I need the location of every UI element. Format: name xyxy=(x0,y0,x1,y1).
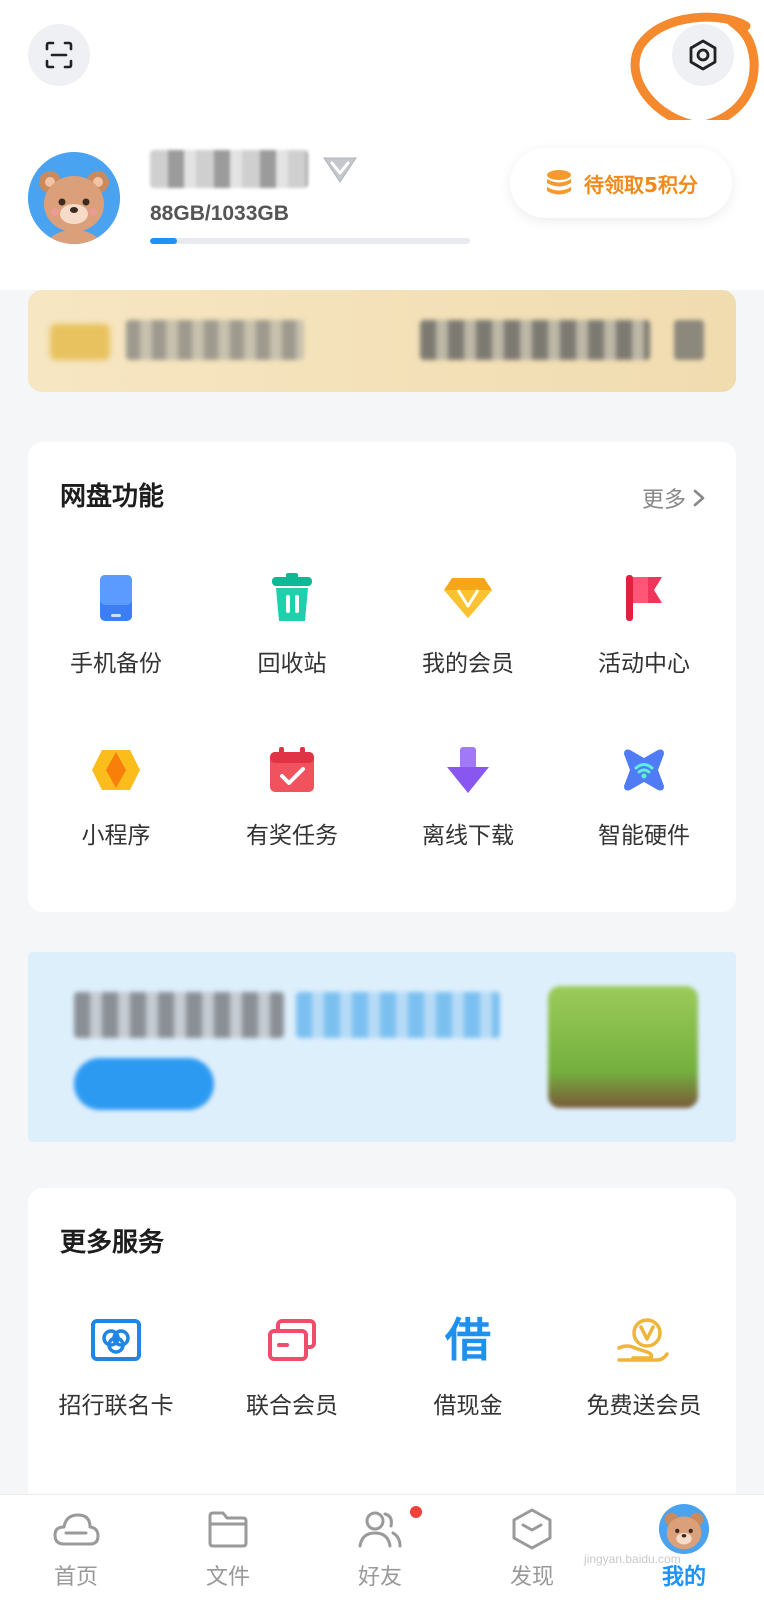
nav-friends[interactable]: 好友 xyxy=(304,1503,456,1600)
netdisk-functions-card: 网盘功能 更多 手机备份 回收站 我的会员 活动中心 小程序 有奖任务 离线下载… xyxy=(28,442,736,912)
service-label: 借现金 xyxy=(433,1393,503,1419)
nav-label: 好友 xyxy=(357,1565,402,1590)
promo-title-blurred xyxy=(74,992,284,1038)
diamond-icon xyxy=(440,570,496,626)
username-blurred xyxy=(150,150,308,188)
borrow-glyph: 借 xyxy=(445,1313,491,1367)
member-banner[interactable] xyxy=(28,290,736,392)
bear-avatar-icon xyxy=(28,152,120,244)
storage-progress-fill xyxy=(150,238,178,244)
coins-icon xyxy=(547,170,572,195)
cloud-icon xyxy=(50,1503,102,1555)
discover-icon xyxy=(506,1503,558,1555)
storage-progress-bar xyxy=(150,238,470,244)
folder-icon xyxy=(202,1503,254,1555)
func-reward-tasks[interactable]: 有奖任务 xyxy=(204,714,380,854)
nav-files[interactable]: 文件 xyxy=(152,1503,304,1600)
storage-usage-text: 88GB/1033GB xyxy=(150,202,289,225)
func-label: 我的会员 xyxy=(422,651,514,677)
friends-icon xyxy=(354,1503,406,1555)
promo-button-blurred xyxy=(74,1058,214,1110)
avatar[interactable] xyxy=(28,152,120,244)
avatar-icon xyxy=(658,1503,710,1555)
func-label: 有奖任务 xyxy=(246,823,338,849)
member-banner-subtext-blurred xyxy=(420,320,650,360)
promo-highlight-blurred xyxy=(296,992,500,1038)
nav-home[interactable]: 首页 xyxy=(0,1503,152,1600)
card-title: 更多服务 xyxy=(60,1228,165,1258)
func-label: 智能硬件 xyxy=(598,823,690,849)
nav-label: 文件 xyxy=(205,1565,250,1590)
top-bar xyxy=(0,0,764,142)
smart-hardware-icon xyxy=(616,742,672,798)
app-page: 88GB/1033GB 待领取5积分 网盘功能 更多 手机备份 回收站 我的会员… xyxy=(0,0,764,1600)
phone-backup-icon xyxy=(88,570,144,626)
chevron-right-icon xyxy=(693,489,705,507)
nav-label: 发现 xyxy=(509,1565,554,1590)
more-services-card: 更多服务 招行联名卡 联合会员 借 借现金 免费送会员 xyxy=(28,1188,736,1508)
vip-badge-icon xyxy=(323,157,357,183)
profile-section: 88GB/1033GB 待领取5积分 xyxy=(0,120,764,290)
flag-icon xyxy=(616,570,672,626)
watermark: jingyan.baidu.com xyxy=(584,1552,681,1566)
gear-icon xyxy=(689,39,717,71)
func-smart-hardware[interactable]: 智能硬件 xyxy=(556,714,732,854)
service-free-membership[interactable]: 免费送会员 xyxy=(556,1284,732,1424)
service-label: 联合会员 xyxy=(246,1393,338,1419)
member-banner-arrow-blurred xyxy=(674,320,704,360)
service-cmb-card[interactable]: 招行联名卡 xyxy=(28,1284,204,1424)
card-title: 网盘功能 xyxy=(60,482,165,512)
promo-banner[interactable] xyxy=(28,952,736,1142)
func-label: 小程序 xyxy=(81,823,151,849)
cards-icon xyxy=(264,1312,320,1368)
service-label: 免费送会员 xyxy=(586,1393,702,1419)
service-label: 招行联名卡 xyxy=(58,1393,174,1419)
func-label: 手机备份 xyxy=(70,651,162,677)
mini-program-icon xyxy=(88,742,144,798)
trash-icon xyxy=(264,570,320,626)
settings-button[interactable] xyxy=(672,24,734,86)
scan-icon xyxy=(45,41,73,69)
func-label: 活动中心 xyxy=(598,651,690,677)
func-recycle-bin[interactable]: 回收站 xyxy=(204,542,380,682)
func-mini-program[interactable]: 小程序 xyxy=(28,714,204,854)
calendar-check-icon xyxy=(264,742,320,798)
bank-card-icon xyxy=(88,1312,144,1368)
nav-label: 首页 xyxy=(53,1565,98,1590)
func-phone-backup[interactable]: 手机备份 xyxy=(28,542,204,682)
func-offline-download[interactable]: 离线下载 xyxy=(380,714,556,854)
borrow-char-icon: 借 xyxy=(440,1312,496,1368)
more-link[interactable]: 更多 xyxy=(642,482,706,514)
promo-image-blurred xyxy=(548,986,698,1108)
func-label: 离线下载 xyxy=(422,823,514,849)
more-label: 更多 xyxy=(641,488,686,513)
member-banner-text-blurred xyxy=(126,320,304,360)
scan-button[interactable] xyxy=(28,24,90,86)
service-joint-membership[interactable]: 联合会员 xyxy=(204,1284,380,1424)
func-my-membership[interactable]: 我的会员 xyxy=(380,542,556,682)
claim-points-button[interactable]: 待领取5积分 xyxy=(510,148,732,218)
points-label: 待领取5积分 xyxy=(584,172,698,197)
bottom-nav: 首页 文件 好友 发现 我的 xyxy=(0,1494,764,1600)
coin-hand-icon xyxy=(616,1312,672,1368)
friends-notification-dot xyxy=(410,1506,422,1518)
func-label: 回收站 xyxy=(257,651,327,677)
download-arrow-icon xyxy=(440,742,496,798)
func-activity-center[interactable]: 活动中心 xyxy=(556,542,732,682)
service-borrow-cash[interactable]: 借 借现金 xyxy=(380,1284,556,1424)
member-banner-icon-blurred xyxy=(50,324,110,360)
